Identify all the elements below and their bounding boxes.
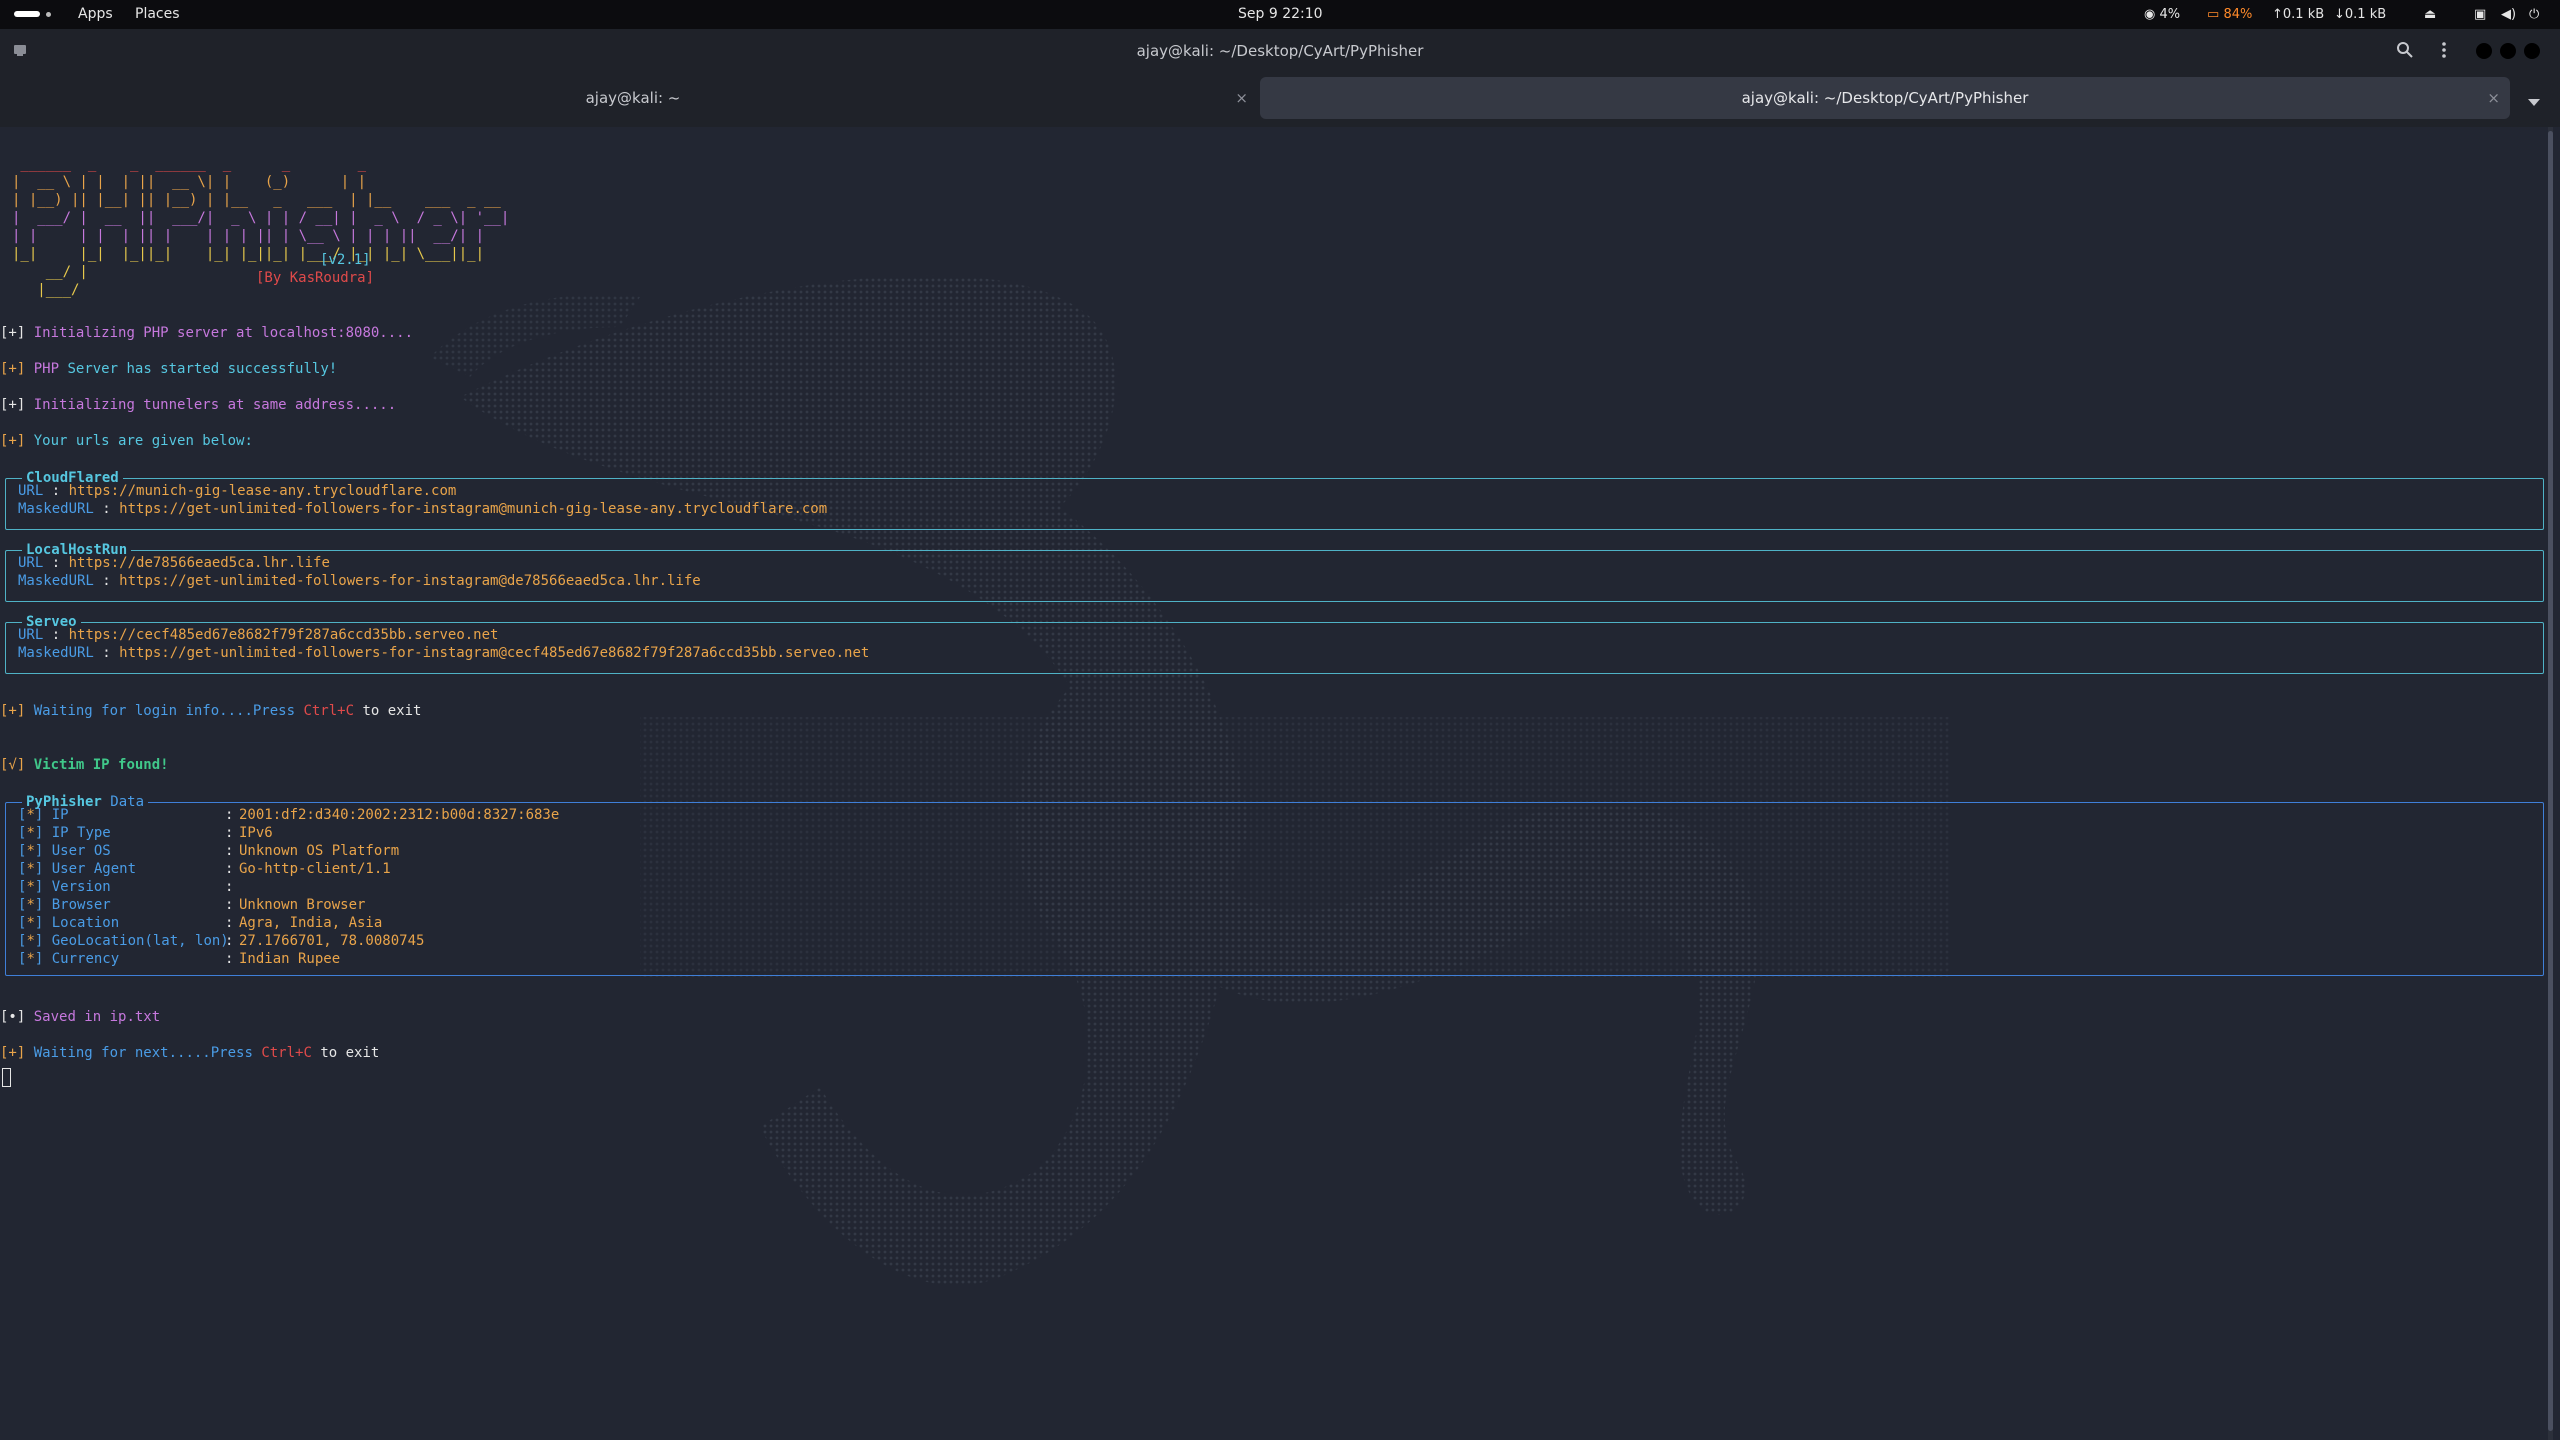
top-panel: Apps Places Sep 9 22:10 ◉ 4% ▭ 84% ↑0.1 …	[0, 0, 2560, 29]
workspace-dot[interactable]	[46, 12, 51, 17]
log-init-php: [+] Initializing PHP server at localhost…	[0, 325, 414, 341]
battery-icon: ▭	[2207, 7, 2220, 22]
tab-bar: ajay@kali: ~ × ajay@kali: ~/Desktop/CyAr…	[0, 73, 2560, 127]
search-icon[interactable]	[2396, 41, 2414, 63]
cpu-icon: ◉	[2144, 7, 2156, 22]
log-urls-given: [+] Your urls are given below:	[0, 433, 253, 449]
pyphisher-data-value: Indian Rupee	[239, 951, 341, 967]
activities-indicator[interactable]	[14, 11, 40, 17]
minimize-button[interactable]	[2476, 43, 2492, 59]
tab-pyphisher-close-icon[interactable]: ×	[2487, 77, 2500, 119]
banner-author: [By KasRoudra]	[256, 270, 375, 286]
pyphisher-data-value: Unknown OS Platform	[239, 843, 400, 859]
upload-arrow-icon: ↑	[2272, 7, 2283, 22]
log-saved: [•] Saved in ip.txt	[0, 1009, 161, 1025]
tunnel-masked-row[interactable]: MaskedURL : https://get-unlimited-follow…	[18, 500, 827, 518]
tunnel-box-cloudflared: CloudFlared URL : https://munich-gig-lea…	[5, 469, 2544, 530]
pyphisher-data-key: IP	[51, 807, 69, 823]
pyphisher-data-key: User OS	[51, 843, 111, 859]
apps-menu[interactable]: Apps	[78, 0, 113, 29]
pyphisher-data-value: Agra, India, Asia	[239, 915, 383, 931]
pyphisher-data-row: [*] Currency: Indian Rupee	[18, 951, 341, 967]
scrollbar-thumb[interactable]	[2548, 131, 2553, 1431]
eject-icon[interactable]: ⏏	[2424, 0, 2436, 29]
pyphisher-data-row: [*] IP Type: IPv6	[18, 825, 273, 841]
tunnel-box-serveo: Serveo URL : https://cecf485ed67e8682f79…	[5, 613, 2544, 674]
tunnel-url-row[interactable]: URL : https://de78566eaed5ca.lhr.life	[18, 554, 330, 572]
cpu-indicator[interactable]: ◉ 4%	[2144, 0, 2180, 29]
upload-value: 0.1 kB	[2282, 7, 2325, 22]
pyphisher-data-key: User Agent	[51, 861, 137, 877]
places-menu[interactable]: Places	[135, 0, 180, 29]
pyphisher-data-value: Go-http-client/1.1	[239, 861, 391, 877]
download-arrow-icon: ↓	[2334, 7, 2345, 22]
pyphisher-data-value: 2001:df2:d340:2002:2312:b00d:8327:683e	[239, 807, 560, 823]
pyphisher-data-key: Location	[51, 915, 120, 931]
pyphisher-data-key: GeoLocation(lat, lon)	[51, 933, 229, 949]
terminal-cursor	[2, 1068, 11, 1087]
log-waiting-next: [+] Waiting for next.....Press Ctrl+C to…	[0, 1045, 380, 1061]
pyphisher-data-separator: :	[225, 879, 242, 895]
log-php-started: [+] PHP Server has started successfully!	[0, 361, 338, 377]
pyphisher-data-value: IPv6	[239, 825, 273, 841]
pyphisher-data-box: PyPhisher Data [*] IP: 2001:df2:d340:200…	[5, 793, 2544, 976]
tunnel-masked-row[interactable]: MaskedURL : https://get-unlimited-follow…	[18, 572, 701, 590]
tunnel-box-localhostrun: LocalHostRun URL : https://de78566eaed5c…	[5, 541, 2544, 602]
log-victim-found: [√] Victim IP found!	[0, 757, 169, 773]
download-value: 0.1 kB	[2344, 7, 2387, 22]
terminal-output[interactable]: ______ _ _ ______ _ _ _ | __ \ | | | || …	[0, 127, 2560, 1440]
window-title: ajay@kali: ~/Desktop/CyArt/PyPhisher	[1136, 42, 1424, 60]
pyphisher-data-value: 27.1766701, 78.0080745	[239, 933, 425, 949]
banner-art-line: | | | | | || | | | | || | \__ \ | | | ||…	[12, 228, 510, 244]
power-icon[interactable]: ⏻	[2529, 0, 2539, 29]
banner-art-line: | |__) || |__| || |__) | |__ _ ___ | |__…	[12, 192, 510, 208]
maximize-button[interactable]	[2500, 43, 2516, 59]
volume-icon[interactable]: ◀)	[2501, 0, 2516, 29]
window-icon[interactable]: ▣	[2474, 0, 2486, 29]
tunnel-url-row[interactable]: URL : https://cecf485ed67e8682f79f287a6c…	[18, 626, 498, 644]
banner-art-line: | ___/ | __ || ___/| _ \ | | / __| | _ \…	[12, 210, 510, 226]
battery-indicator[interactable]: ▭ 84%	[2207, 0, 2252, 29]
pyphisher-data-row: [*] IP: 2001:df2:d340:2002:2312:b00d:832…	[18, 807, 560, 823]
menu-kebab-icon[interactable]	[2440, 41, 2448, 63]
pyphisher-data-value: Unknown Browser	[239, 897, 366, 913]
banner-art-line: | __ \ | | | || __ \| | (_) | |	[12, 174, 485, 190]
pyphisher-data-key: Browser	[51, 897, 111, 913]
pyphisher-data-key: Currency	[51, 951, 120, 967]
terminal-titlebar: ajay@kali: ~/Desktop/CyArt/PyPhisher	[0, 29, 2560, 73]
tab-pyphisher-label: ajay@kali: ~/Desktop/CyArt/PyPhisher	[1741, 89, 2029, 107]
banner-art-line: ______ _ _ ______ _ _ _	[12, 156, 493, 172]
pyphisher-data-key: Version	[51, 879, 111, 895]
cpu-value: 4%	[2159, 7, 2181, 22]
pyphisher-data-row: [*] GeoLocation(lat, lon): 27.1766701, 7…	[18, 933, 425, 949]
tab-home[interactable]: ajay@kali: ~ ×	[8, 77, 1258, 119]
pyphisher-data-key: IP Type	[51, 825, 111, 841]
log-waiting-login: [+] Waiting for login info....Press Ctrl…	[0, 703, 422, 719]
log-init-tunnel: [+] Initializing tunnelers at same addre…	[0, 397, 397, 413]
tab-pyphisher[interactable]: ajay@kali: ~/Desktop/CyArt/PyPhisher ×	[1260, 77, 2510, 119]
tab-home-label: ajay@kali: ~	[585, 89, 681, 107]
banner-art-line: |_| |_| |_||_| |_| |_||_| |___/ |_| |_| …	[12, 246, 510, 262]
tunnel-masked-row[interactable]: MaskedURL : https://get-unlimited-follow…	[18, 644, 869, 662]
pyphisher-data-row: [*] User Agent: Go-http-client/1.1	[18, 861, 391, 877]
tunnel-url-row[interactable]: URL : https://munich-gig-lease-any.trycl…	[18, 482, 456, 500]
battery-value: 84%	[2223, 7, 2253, 22]
banner-art-tail: __/ |	[12, 264, 88, 280]
pyphisher-data-row: [*] User OS: Unknown OS Platform	[18, 843, 400, 859]
pyphisher-data-row: [*] Browser: Unknown Browser	[18, 897, 366, 913]
banner-art-tail: |___/	[12, 282, 88, 298]
close-window-button[interactable]	[2524, 43, 2540, 59]
clock[interactable]: Sep 9 22:10	[1238, 0, 1323, 29]
banner-version: [v2.1]	[320, 252, 371, 268]
upload-indicator[interactable]: ↑0.1 kB	[2272, 0, 2324, 29]
pyphisher-data-row: [*] Version:	[18, 879, 242, 895]
pyphisher-data-row: [*] Location: Agra, India, Asia	[18, 915, 383, 931]
tab-home-close-icon[interactable]: ×	[1235, 77, 1248, 119]
download-indicator[interactable]: ↓0.1 kB	[2334, 0, 2386, 29]
tab-list-chevron-down-icon[interactable]	[2528, 93, 2540, 111]
